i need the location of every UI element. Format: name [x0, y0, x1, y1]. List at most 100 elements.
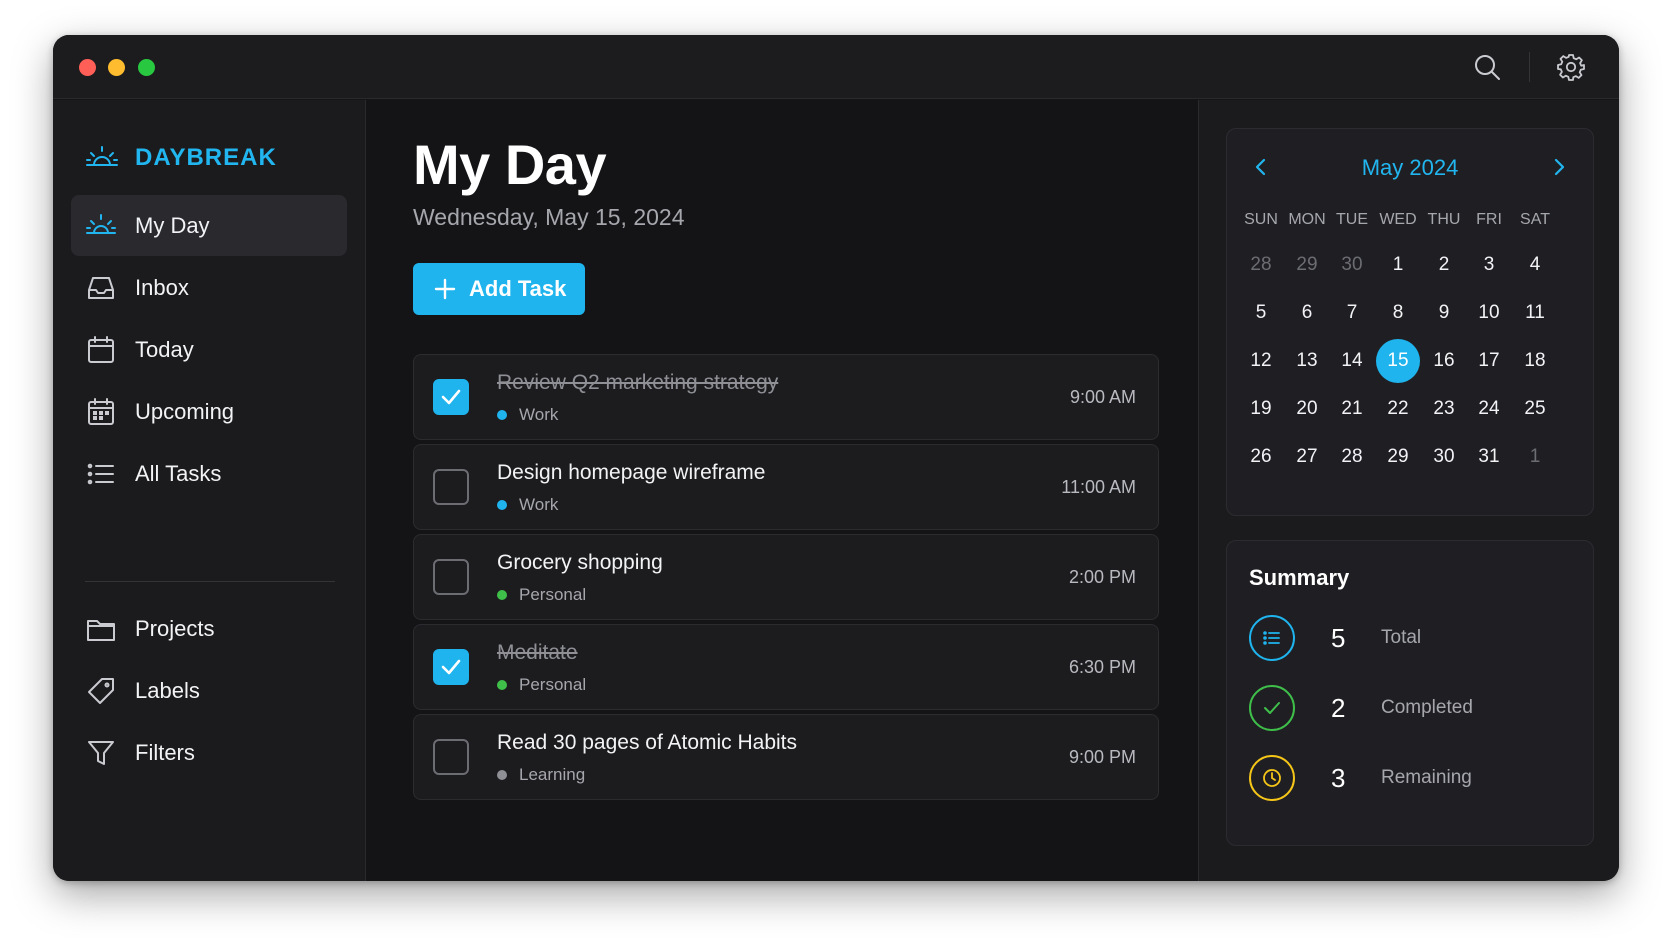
calendar-day[interactable]: 31	[1467, 435, 1511, 479]
sidebar-item-today[interactable]: Today	[71, 319, 347, 380]
sunrise-icon	[86, 214, 116, 234]
sidebar-item-label: Projects	[135, 615, 215, 641]
sidebar-item-label: Upcoming	[135, 398, 235, 424]
sidebar-item-my-day[interactable]: My Day	[71, 195, 347, 256]
list-icon	[1263, 631, 1280, 645]
task-title: Grocery shopping	[497, 551, 663, 574]
inbox-icon	[88, 277, 114, 299]
calendar-day[interactable]: 11	[1513, 291, 1557, 335]
folder-icon	[87, 620, 115, 641]
calendar-day[interactable]: 17	[1467, 339, 1511, 383]
summary-label: Remaining	[1381, 767, 1472, 788]
calendar-day[interactable]: 23	[1422, 387, 1466, 431]
calendar-day[interactable]: 16	[1422, 339, 1466, 383]
task-checkbox[interactable]	[433, 469, 469, 505]
calendar-day[interactable]: 3	[1467, 243, 1511, 287]
calendar-day[interactable]: 9	[1422, 291, 1466, 335]
task-item[interactable]: Review Q2 marketing strategy Work 9:00 A…	[413, 354, 1159, 440]
task-time: 2:00 PM	[1068, 567, 1136, 587]
calendar-day[interactable]: 26	[1239, 435, 1283, 479]
task-checkbox[interactable]	[433, 649, 469, 685]
plus-icon	[434, 278, 456, 300]
weekday-label: SAT	[1520, 211, 1550, 228]
sidebar-item-all-tasks[interactable]: All Tasks	[71, 443, 347, 504]
calendar-day[interactable]: 21	[1330, 387, 1374, 431]
calendar-day[interactable]: 18	[1513, 339, 1557, 383]
task-title: Meditate	[497, 641, 578, 664]
task-item[interactable]: Grocery shopping Personal 2:00 PM	[413, 534, 1159, 620]
task-title: Design homepage wireframe	[497, 461, 766, 484]
sidebar-item-upcoming[interactable]: Upcoming	[71, 381, 347, 442]
weekday-label: FRI	[1476, 211, 1502, 228]
calendar-day[interactable]: 28	[1239, 243, 1283, 287]
total-ring	[1249, 615, 1295, 661]
task-item[interactable]: Meditate Personal 6:30 PM	[413, 624, 1159, 710]
calendar-day[interactable]: 25	[1513, 387, 1557, 431]
sunrise-logo-icon	[86, 146, 118, 166]
checkmark-icon	[441, 389, 461, 405]
weekday-label: MON	[1288, 211, 1326, 228]
calendar-day[interactable]: 20	[1285, 387, 1329, 431]
summary-row-total: 5 Total	[1249, 615, 1569, 661]
sidebar-item-label: Filters	[135, 739, 195, 765]
page-date: Wednesday, May 15, 2024	[413, 204, 685, 230]
close-window-button[interactable]	[79, 59, 96, 76]
summary-value: 5	[1331, 623, 1346, 653]
sidebar-item-filters[interactable]: Filters	[71, 722, 347, 783]
tag-label: Work	[519, 405, 559, 424]
calendar-day[interactable]: 2	[1422, 243, 1466, 287]
calendar-day[interactable]: 29	[1285, 243, 1329, 287]
titlebar-divider	[1529, 52, 1530, 82]
task-checkbox[interactable]	[433, 379, 469, 415]
calendar-day[interactable]: 12	[1239, 339, 1283, 383]
task-checkbox[interactable]	[433, 559, 469, 595]
calendar-day[interactable]: 8	[1376, 291, 1420, 335]
task-item[interactable]: Design homepage wireframe Work 11:00 AM	[413, 444, 1159, 530]
calendar-day[interactable]: 30	[1422, 435, 1466, 479]
summary-value: 2	[1331, 693, 1346, 723]
calendar-day[interactable]: 10	[1467, 291, 1511, 335]
calendar-day[interactable]: 19	[1239, 387, 1283, 431]
calendar-day[interactable]: 5	[1239, 291, 1283, 335]
calendar-day-selected[interactable]: 15	[1376, 339, 1420, 383]
calendar-day[interactable]: 7	[1330, 291, 1374, 335]
calendar-day[interactable]: 4	[1513, 243, 1557, 287]
tag-label: Personal	[519, 675, 587, 694]
chevron-right-icon[interactable]	[1547, 155, 1571, 179]
task-time: 9:00 PM	[1068, 747, 1136, 767]
sidebar-item-inbox[interactable]: Inbox	[71, 257, 347, 318]
calendar-day[interactable]: 14	[1330, 339, 1374, 383]
calendar-day[interactable]: 13	[1285, 339, 1329, 383]
app-window: DAYBREAK My Day Inbox Today Upcoming All…	[53, 35, 1619, 881]
task-tag: Work	[497, 405, 558, 425]
task-tag: Personal	[497, 585, 586, 605]
summary-label: Completed	[1381, 697, 1473, 718]
calendar-day[interactable]: 6	[1285, 291, 1329, 335]
minimize-window-button[interactable]	[108, 59, 125, 76]
calendar-day[interactable]: 29	[1376, 435, 1420, 479]
summary-label: Total	[1381, 627, 1422, 648]
task-item[interactable]: Read 30 pages of Atomic Habits Learning …	[413, 714, 1159, 800]
summary-value: 3	[1331, 763, 1346, 793]
task-checkbox[interactable]	[433, 739, 469, 775]
weekday-label: SUN	[1244, 211, 1278, 228]
calendar-day[interactable]: 28	[1330, 435, 1374, 479]
calendar-day[interactable]: 1	[1513, 435, 1557, 479]
search-icon[interactable]	[1472, 52, 1502, 82]
gear-icon[interactable]	[1556, 52, 1586, 82]
calendar-day[interactable]: 30	[1330, 243, 1374, 287]
calendar-day[interactable]: 22	[1376, 387, 1420, 431]
sidebar-item-labels[interactable]: Labels	[71, 660, 347, 721]
sidebar-item-label: All Tasks	[135, 460, 222, 486]
sidebar-item-projects[interactable]: Projects	[71, 598, 347, 659]
maximize-window-button[interactable]	[138, 59, 155, 76]
tag-dot	[497, 770, 507, 780]
tag-label: Personal	[519, 585, 587, 604]
calendar-day[interactable]: 24	[1467, 387, 1511, 431]
calendar-day[interactable]: 1	[1376, 243, 1420, 287]
sidebar: DAYBREAK My Day Inbox Today Upcoming All…	[53, 100, 366, 881]
task-time: 11:00 AM	[1061, 477, 1136, 497]
add-task-button[interactable]: Add Task	[413, 263, 585, 315]
calendar-day[interactable]: 27	[1285, 435, 1329, 479]
main-content: My Day Wednesday, May 15, 2024 Add Task …	[367, 100, 1197, 881]
